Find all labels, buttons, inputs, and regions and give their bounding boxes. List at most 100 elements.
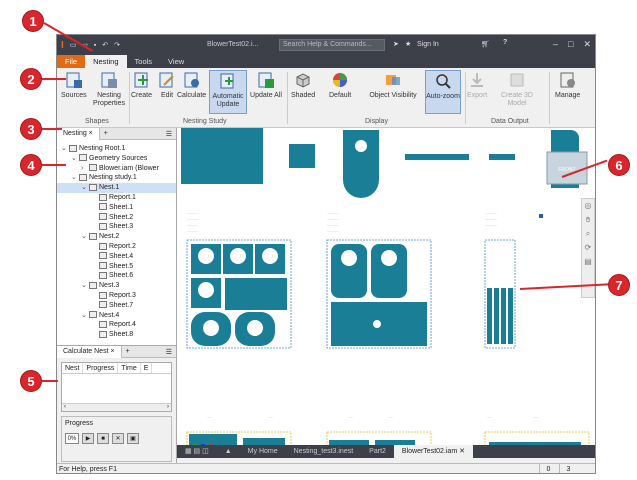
app-logo-icon[interactable]: I (61, 40, 64, 51)
sign-in-link[interactable]: Sign In (417, 41, 439, 48)
part-rect-large[interactable] (181, 128, 263, 184)
tab-nesting-browser[interactable]: Nesting × (57, 127, 100, 140)
update-all-button[interactable]: Update All (249, 70, 283, 100)
tree-node[interactable]: Sheet.6 (57, 271, 176, 281)
nest-sheet-1[interactable]: .............. .............. ..........… (186, 211, 292, 349)
svg-text:..............: .............. (187, 217, 199, 221)
tree-node[interactable]: Sheet.7 (57, 301, 176, 311)
doc-tab-part2[interactable]: Part2 (361, 445, 394, 458)
horizontal-scrollbar[interactable]: ‹ › (62, 403, 171, 411)
calc-menu-icon[interactable]: ☰ (166, 348, 172, 356)
create-button[interactable]: Create (131, 70, 152, 100)
tree-node[interactable]: ⌄ Nest.1 (57, 183, 176, 193)
tree-node[interactable]: Sheet.5 (57, 262, 176, 272)
nav-steering-icon[interactable]: ◎ (582, 199, 594, 213)
create-3d-model-button[interactable]: Create 3D Model (493, 70, 541, 108)
expand-down-icon[interactable]: ⌄ (81, 281, 89, 291)
expand-down-icon[interactable]: ⌄ (81, 311, 89, 321)
help-icon[interactable]: ? (503, 39, 507, 46)
tree-node[interactable]: Sheet.2 (57, 213, 176, 223)
nesting-properties-label: Nesting Properties (93, 92, 125, 107)
minimize-button[interactable]: – (553, 39, 558, 50)
tab-tools[interactable]: Tools (127, 55, 161, 68)
tab-calculate-nest[interactable]: Calculate Nest × (57, 345, 122, 358)
doc-tab-blowertest02[interactable]: BlowerTest02.iam ✕ (393, 445, 473, 458)
tree-node[interactable]: ⌄ Nest.3 (57, 281, 176, 291)
scroll-right-icon[interactable]: › (167, 404, 169, 411)
tree-node[interactable]: Sheet.3 (57, 222, 176, 232)
tree-node[interactable]: Report.4 (57, 320, 176, 330)
tree-node[interactable]: ⌄ Nesting Root.1 (57, 144, 176, 154)
save-calc-button[interactable]: ▣ (127, 433, 139, 444)
nav-zoom-icon[interactable]: ⌕ (582, 227, 594, 241)
tree-node[interactable]: ⌄ Nest.4 (57, 311, 176, 321)
export-button[interactable]: Export (467, 70, 487, 100)
automatic-update-button[interactable]: Automatic Update (209, 70, 247, 114)
maximize-button[interactable]: □ (568, 39, 573, 50)
undo-icon[interactable]: ↶ (102, 41, 108, 49)
nav-lookat-icon[interactable]: ▤ (582, 255, 594, 269)
part-square-small[interactable] (289, 144, 315, 168)
default-appearance-button[interactable]: Default (329, 70, 351, 100)
tree-node[interactable]: › Blower.iam (Blower (57, 164, 176, 174)
add-calc-tab-icon[interactable]: + (126, 348, 130, 355)
col-progress[interactable]: Progress (83, 363, 119, 373)
nav-pan-icon[interactable]: ✋︎ (582, 213, 594, 227)
close-button[interactable]: ✕ (583, 39, 591, 50)
doc-menu-icon[interactable]: ▲ (217, 445, 240, 458)
stop-button[interactable]: ■ (97, 433, 109, 444)
tree-node[interactable]: Report.3 (57, 291, 176, 301)
add-browser-tab-icon[interactable]: + (104, 130, 108, 137)
expand-down-icon[interactable]: ⌄ (81, 183, 89, 193)
col-nest[interactable]: Nest (62, 363, 84, 373)
redo-icon[interactable]: ↷ (114, 41, 120, 49)
col-time[interactable]: Time (118, 363, 141, 373)
manage-button[interactable]: Manage (555, 70, 580, 100)
tree-node[interactable]: Sheet.1 (57, 203, 176, 213)
tree-node-label: Report.1 (109, 193, 136, 201)
sources-button[interactable]: Sources (61, 70, 87, 100)
tab-nesting[interactable]: Nesting (85, 55, 127, 68)
nesting-properties-button[interactable]: Nesting Properties (91, 70, 127, 108)
save-icon[interactable]: ▪ (94, 42, 96, 49)
shaded-button[interactable]: Shaded (291, 70, 315, 100)
tree-node[interactable]: Sheet.4 (57, 252, 176, 262)
doc-tab-nesting-test3[interactable]: Nesting_test3.inest (286, 445, 362, 458)
layout-icon[interactable]: ▦ ▤ ◫ (177, 445, 217, 458)
play-button[interactable]: ▶ (82, 433, 94, 444)
expand-down-icon[interactable]: ⌄ (71, 154, 79, 164)
expand-down-icon[interactable]: ⌄ (61, 144, 69, 154)
navigation-bar[interactable]: ◎ ✋︎ ⌕ ⟳ ▤ (581, 198, 595, 298)
nest-sheet-2[interactable]: .............. .............. ..........… (326, 211, 432, 349)
star-icon[interactable]: ★ (405, 40, 411, 48)
tree-node[interactable]: ⌄ Nesting study.1 (57, 173, 176, 183)
scroll-left-icon[interactable]: ‹ (64, 404, 66, 411)
close-calc-button[interactable]: ✕ (112, 433, 124, 444)
tree-node[interactable]: Report.1 (57, 193, 176, 203)
nest-sheet-3[interactable]: .............. .............. ..........… (484, 211, 543, 349)
calculate-button[interactable]: Calculate (177, 70, 206, 100)
tree-node[interactable]: ⌄ Geometry Sources (57, 154, 176, 164)
part-strip-short[interactable] (489, 154, 515, 160)
browser-menu-icon[interactable]: ☰ (166, 130, 172, 138)
tree-node[interactable]: Report.2 (57, 242, 176, 252)
help-search-input[interactable]: Search Help & Commands... (279, 39, 385, 51)
svg-text:.......: ....... (207, 415, 213, 419)
auto-zoom-button[interactable]: Auto-zoom (425, 70, 461, 114)
expand-down-icon[interactable]: ⌄ (71, 173, 79, 183)
tree-node-icon (99, 223, 107, 231)
search-arrow-icon[interactable]: ➤ (393, 40, 399, 48)
nav-orbit-icon[interactable]: ⟳ (582, 241, 594, 255)
tab-file[interactable]: File (57, 55, 86, 68)
object-visibility-button[interactable]: Object Visibility (365, 70, 421, 100)
doc-tab-my-home[interactable]: My Home (240, 445, 286, 458)
col-e[interactable]: E (141, 363, 153, 373)
expand-down-icon[interactable]: ⌄ (81, 232, 89, 242)
part-strip-long[interactable] (405, 154, 469, 160)
edit-button[interactable]: Edit (157, 70, 177, 100)
cart-icon[interactable]: 🛒︎ (481, 40, 490, 48)
tree-node[interactable]: Sheet.8 (57, 330, 176, 340)
tab-view[interactable]: View (160, 55, 192, 68)
expand-right-icon[interactable]: › (81, 164, 89, 174)
tree-node[interactable]: ⌄ Nest.2 (57, 232, 176, 242)
